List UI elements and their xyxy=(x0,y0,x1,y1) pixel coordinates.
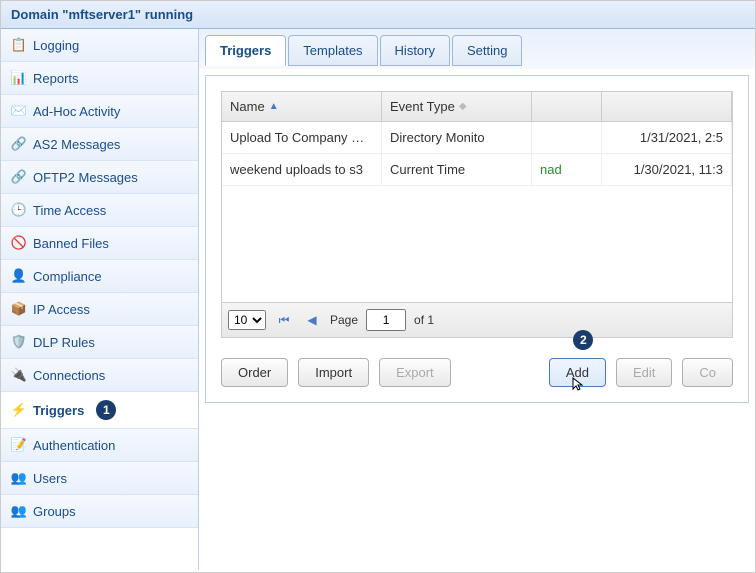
page-input[interactable] xyxy=(366,309,406,331)
tab-bar: Triggers Templates History Setting xyxy=(205,35,749,66)
import-button[interactable]: Import xyxy=(298,358,369,387)
clock-icon: 🕒 xyxy=(11,202,27,218)
cell-extra: nad xyxy=(532,154,602,185)
sidebar-item-label: IP Access xyxy=(33,302,90,317)
sort-asc-icon: ▲ xyxy=(269,101,279,112)
sidebar: 📋 Logging 📊 Reports ✉️ Ad-Hoc Activity 🔗 AS2… xyxy=(1,29,199,570)
cell-event: Current Time xyxy=(382,154,532,185)
content-panel: Name ▲ Event Type ◆ Upload To Company … Di… xyxy=(205,75,749,403)
sidebar-item-ip-access[interactable]: 📦 IP Access xyxy=(1,293,198,326)
page-size-select[interactable]: 10 xyxy=(228,310,266,330)
cell-extra xyxy=(532,122,602,153)
col-header-event[interactable]: Event Type ◆ xyxy=(382,92,532,121)
first-page-button[interactable]: ⏮ xyxy=(274,310,294,330)
cell-name: weekend uploads to s3 xyxy=(222,154,382,185)
sidebar-item-compliance[interactable]: 👤 Compliance xyxy=(1,260,198,293)
table-row[interactable]: Upload To Company … Directory Monito 1/3… xyxy=(222,122,732,154)
sidebar-item-label: Compliance xyxy=(33,269,102,284)
sidebar-item-logging[interactable]: 📋 Logging xyxy=(1,29,198,62)
cell-name: Upload To Company … xyxy=(222,122,382,153)
window-title: Domain "mftserver1" running xyxy=(11,7,193,22)
sidebar-item-label: Authentication xyxy=(33,438,115,453)
logging-icon: 📋 xyxy=(11,37,27,53)
page-of-label: of 1 xyxy=(414,313,434,327)
sidebar-item-dlp-rules[interactable]: 🛡️ DLP Rules xyxy=(1,326,198,359)
banned-icon: 🚫 xyxy=(11,235,27,251)
col-header-name[interactable]: Name ▲ xyxy=(222,92,382,121)
link-icon: 🔗 xyxy=(11,136,27,152)
tab-triggers[interactable]: Triggers xyxy=(205,35,286,66)
shield-icon: 🛡️ xyxy=(11,334,27,350)
sidebar-item-as2[interactable]: 🔗 AS2 Messages xyxy=(1,128,198,161)
sidebar-item-label: Banned Files xyxy=(33,236,109,251)
link-icon: 🔗 xyxy=(11,169,27,185)
tab-settings[interactable]: Setting xyxy=(452,35,522,66)
table-row[interactable]: weekend uploads to s3 Current Time nad 1… xyxy=(222,154,732,186)
sidebar-item-label: Ad-Hoc Activity xyxy=(33,104,120,119)
grid-body: Upload To Company … Directory Monito 1/3… xyxy=(222,122,732,302)
tab-templates[interactable]: Templates xyxy=(288,35,377,66)
box-icon: 📦 xyxy=(11,301,27,317)
cell-date: 1/30/2021, 11:3 xyxy=(602,154,732,185)
mail-icon: ✉️ xyxy=(11,103,27,119)
sidebar-item-oftp2[interactable]: 🔗 OFTP2 Messages xyxy=(1,161,198,194)
sidebar-item-connections[interactable]: 🔌 Connections xyxy=(1,359,198,392)
plug-icon: 🔌 xyxy=(11,367,27,383)
main-panel: Triggers Templates History Setting Name ▲… xyxy=(199,29,755,570)
prev-page-button[interactable]: ◀ xyxy=(302,310,322,330)
triggers-grid: Name ▲ Event Type ◆ Upload To Company … Di… xyxy=(221,91,733,338)
main-container: 📋 Logging 📊 Reports ✉️ Ad-Hoc Activity 🔗 AS2… xyxy=(1,29,755,570)
col-header-extra[interactable] xyxy=(532,92,602,121)
sidebar-item-authentication[interactable]: 📝 Authentication xyxy=(1,429,198,462)
sidebar-item-label: Reports xyxy=(33,71,79,86)
action-bar: Order Import Export 2 Add Edit Co xyxy=(221,358,733,387)
cell-event: Directory Monito xyxy=(382,122,532,153)
sidebar-item-reports[interactable]: 📊 Reports xyxy=(1,62,198,95)
tab-history[interactable]: History xyxy=(380,35,450,66)
groups-icon: 👥 xyxy=(11,503,27,519)
add-button-wrap: 2 Add xyxy=(549,358,606,387)
pager: 10 ⏮ ◀ Page of 1 xyxy=(222,302,732,337)
sidebar-item-label: Connections xyxy=(33,368,105,383)
cell-date: 1/31/2021, 2:5 xyxy=(602,122,732,153)
sidebar-item-banned-files[interactable]: 🚫 Banned Files xyxy=(1,227,198,260)
sidebar-item-adhoc[interactable]: ✉️ Ad-Hoc Activity xyxy=(1,95,198,128)
sidebar-item-time-access[interactable]: 🕒 Time Access xyxy=(1,194,198,227)
sidebar-item-label: DLP Rules xyxy=(33,335,95,350)
trigger-icon: ⚡ xyxy=(11,402,27,418)
sidebar-item-label: AS2 Messages xyxy=(33,137,120,152)
sidebar-item-users[interactable]: 👥 Users xyxy=(1,462,198,495)
callout-badge: 2 xyxy=(573,330,593,350)
edit-button[interactable]: Edit xyxy=(616,358,672,387)
auth-icon: 📝 xyxy=(11,437,27,453)
sidebar-item-label: Groups xyxy=(33,504,76,519)
order-button[interactable]: Order xyxy=(221,358,288,387)
reports-icon: 📊 xyxy=(11,70,27,86)
col-header-date[interactable] xyxy=(602,92,732,121)
page-label: Page xyxy=(330,313,358,327)
sidebar-item-label: Users xyxy=(33,471,67,486)
person-icon: 👤 xyxy=(11,268,27,284)
window-header: Domain "mftserver1" running xyxy=(1,1,755,29)
copy-button[interactable]: Co xyxy=(682,358,733,387)
col-header-label: Name xyxy=(230,99,265,114)
sidebar-item-label: Time Access xyxy=(33,203,106,218)
sidebar-item-label: Logging xyxy=(33,38,79,53)
callout-badge: 1 xyxy=(96,400,116,420)
add-button[interactable]: Add xyxy=(549,358,606,387)
export-button[interactable]: Export xyxy=(379,358,451,387)
sort-icon: ◆ xyxy=(459,101,467,112)
sidebar-item-label: Triggers xyxy=(33,403,84,418)
users-icon: 👥 xyxy=(11,470,27,486)
sidebar-item-triggers[interactable]: ⚡ Triggers 1 xyxy=(1,392,198,429)
col-header-label: Event Type xyxy=(390,99,455,114)
sidebar-item-groups[interactable]: 👥 Groups xyxy=(1,495,198,528)
sidebar-item-label: OFTP2 Messages xyxy=(33,170,138,185)
grid-header: Name ▲ Event Type ◆ xyxy=(222,92,732,122)
